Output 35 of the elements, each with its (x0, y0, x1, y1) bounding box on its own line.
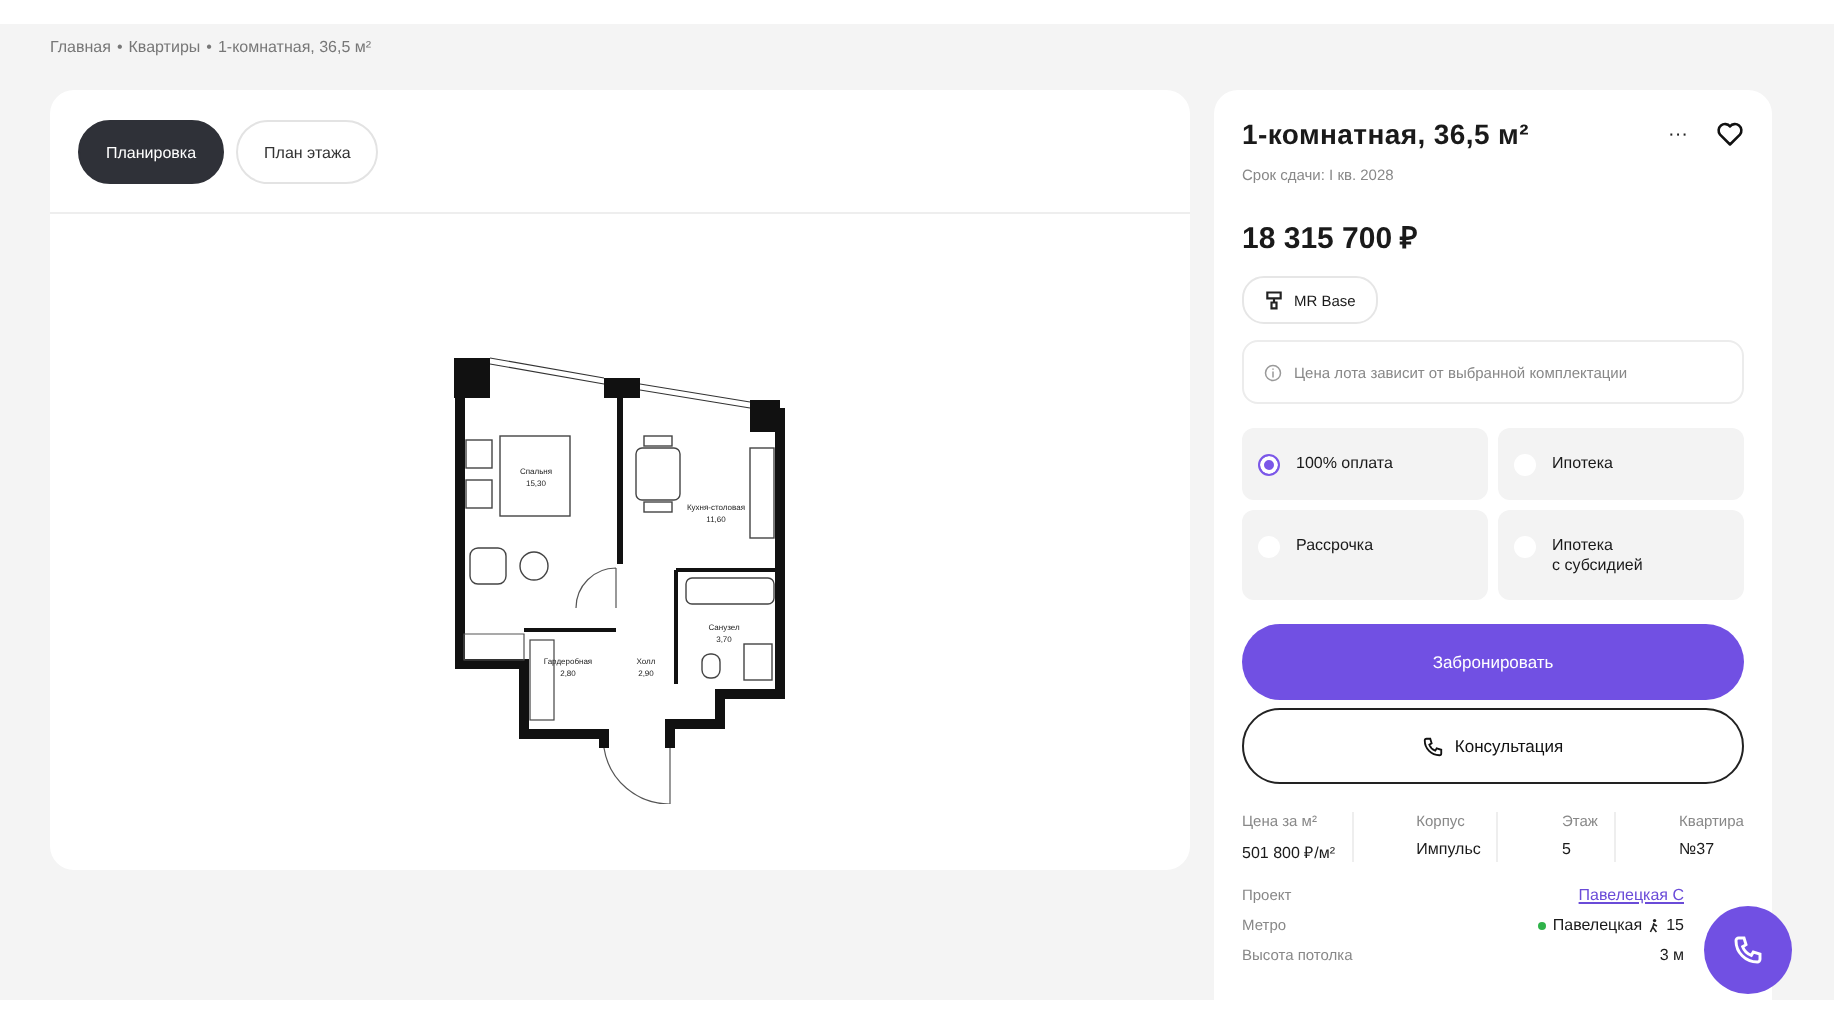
spec-value: Импульс (1416, 840, 1481, 858)
payment-option-label: Ипотека (1552, 452, 1614, 476)
breadcrumb-link[interactable]: Квартиры (128, 38, 201, 90)
spec-value: 501 800 ₽/м² (1242, 842, 1336, 862)
detail-value: 3 м (1659, 946, 1684, 964)
payment-option[interactable]: Рассрочка (1242, 510, 1488, 600)
phone-icon (1732, 934, 1764, 966)
view-tab[interactable]: Планировка (78, 120, 225, 184)
payment-option[interactable]: Ипотека с субсидией (1498, 510, 1744, 600)
more-button[interactable]: ··· (1664, 123, 1692, 145)
info-icon (1264, 363, 1282, 381)
paint-roller-icon (1264, 290, 1284, 310)
payment-option-label: 100% оплата (1296, 452, 1393, 476)
breadcrumb-separator: • (116, 38, 123, 60)
spec-value: №37 (1679, 840, 1717, 858)
payment-option-label: Рассрочка (1296, 536, 1374, 556)
view-tab[interactable]: План этажа (236, 120, 379, 184)
radio-button[interactable] (1258, 453, 1280, 475)
breadcrumb-link[interactable]: 1-комнатная, 36,5 м² (217, 38, 372, 90)
spec-value: 5 (1562, 840, 1573, 858)
phone-icon (1422, 735, 1445, 757)
book-button[interactable]: Забронировать (1242, 624, 1744, 700)
payment-option[interactable]: Ипотека (1498, 428, 1744, 500)
walk-minutes: 15 (1666, 916, 1684, 934)
heart-icon[interactable] (1716, 120, 1744, 148)
consultation-button[interactable]: Консультация (1242, 708, 1744, 784)
project-link[interactable]: Павелецкая С (1578, 886, 1684, 904)
payment-option[interactable]: 100% оплата (1242, 428, 1488, 500)
breadcrumb-separator: • (206, 38, 212, 60)
metro-station: Павелецкая (1552, 916, 1643, 934)
walking-person-icon (1648, 917, 1661, 933)
payment-option-label: Ипотека с субсидией (1552, 536, 1643, 576)
price: 18 315 700 ₽ (1242, 220, 1421, 256)
listing-title: 1-комнатная, 36,5 м² (1242, 118, 1531, 150)
breadcrumb-link[interactable]: Главная (50, 38, 111, 90)
